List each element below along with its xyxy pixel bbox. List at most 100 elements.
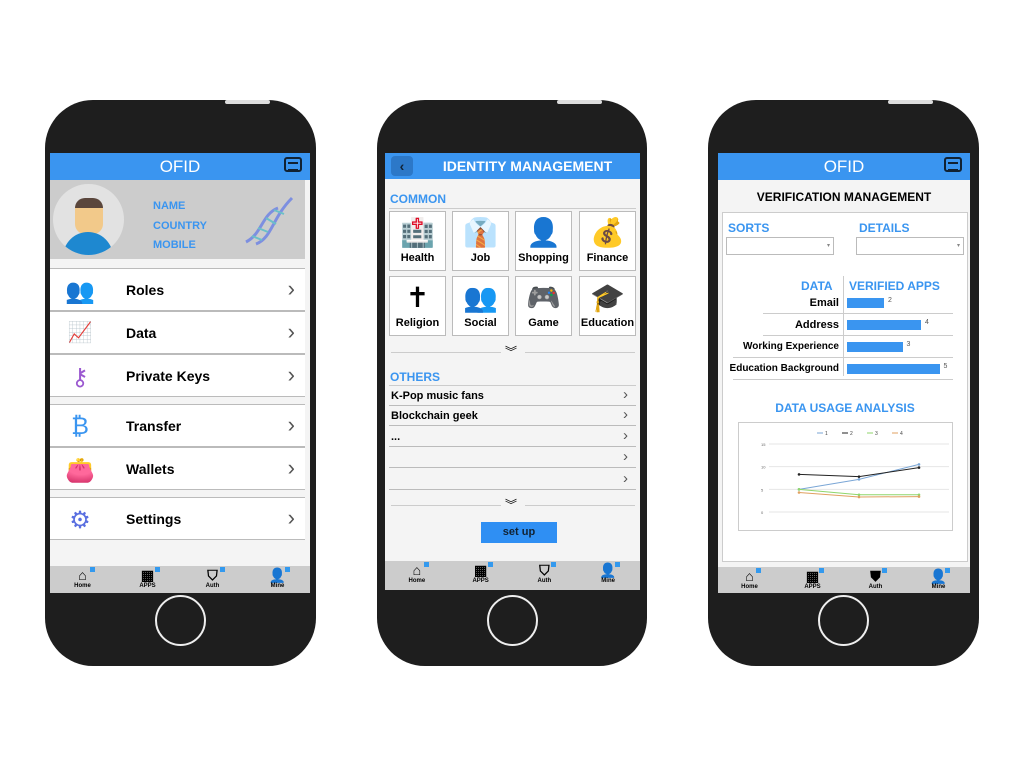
phone-frame-2: ‹ IDENTITY MANAGEMENT COMMON 🏥 Health 👔 Job… [377,100,647,666]
category-label: Job [470,252,491,264]
others-row[interactable]: › [389,448,636,468]
expand-chevron-icon[interactable]: ︾ [505,496,517,513]
verified-apps-bar [847,342,903,352]
nav-auth[interactable]: ⛉ Auth [513,561,577,590]
others-label-text: ... [391,431,401,443]
y-tick-label: 10 [761,465,766,470]
y-tick-label: 5 [761,487,764,492]
nav-apps[interactable]: ▦ APPS [781,567,844,593]
data-point [857,493,861,497]
others-row[interactable]: Blockchain geek › [389,406,636,426]
chevron-right-icon: › [623,470,628,487]
app-title: OFID [823,157,865,176]
category-label: Finance [586,252,629,264]
data-point [797,491,801,494]
legend-label: 2 [850,431,853,437]
chat-icon[interactable] [284,157,302,172]
page-title: IDENTITY MANAGEMENT [442,158,613,174]
shield-check-icon: ⛉ [207,567,218,583]
data-row-label: Email [809,297,839,309]
usage-line-chart: 0 5 10 15 1 2 3 4 [738,422,953,531]
category-label: Social [464,317,497,329]
others-label-text: Blockchain geek [391,410,478,422]
nav-mine[interactable]: 👤 Mine [576,561,640,590]
category-label: Education [580,317,635,329]
others-row[interactable]: ... › [389,427,636,447]
phone-frame-3: OFID VERIFICATION MANAGEMENT SORTS DETAI… [708,100,979,666]
chevron-right-icon: › [623,386,628,403]
bar-value-label: 3 [906,341,911,348]
key-icon: ⚷ [71,364,89,391]
home-icon: ⌂ [78,567,87,583]
sorts-dropdown[interactable]: ▾ [726,237,834,255]
others-row[interactable]: › [389,470,636,490]
data-row-label: Education Background [729,363,839,374]
bar-value-label: 4 [925,319,929,326]
chevron-right-icon: › [623,448,628,465]
nav-home[interactable]: ⌂ Home [50,566,115,593]
app-header: OFID [50,153,310,180]
setup-button[interactable]: set up [481,522,557,543]
details-label: DETAILS [859,221,910,235]
category-tile-religion[interactable]: ✝ Religion [389,276,446,336]
bitcoin-transfer-icon: ₿ [71,413,89,440]
chevron-right-icon: › [287,276,295,301]
nav-apps[interactable]: ▦ APPS [115,566,180,593]
menu-label: Settings [126,511,182,527]
data-point [797,488,801,491]
details-dropdown[interactable]: ▾ [856,237,964,255]
job-suit-icon: 👔 [463,217,498,248]
category-tile-shopping[interactable]: 👤 Shopping [515,211,572,271]
apps-grid-icon: ▦ [474,562,488,578]
chevron-right-icon: › [287,362,295,387]
data-point [917,463,921,466]
menu-item-data[interactable]: 📈 Data › [50,311,305,354]
profile-country: COUNTRY [153,219,207,232]
category-tile-job[interactable]: 👔 Job [452,211,509,271]
menu-item-settings[interactable]: ⚙ Settings › [50,497,305,540]
app-header: OFID [718,153,970,180]
home-button[interactable] [818,595,869,646]
category-tile-social[interactable]: 👥 Social [452,276,509,336]
category-tile-finance[interactable]: 💰 Finance [579,211,636,271]
social-group-icon: 👥 [463,282,498,313]
category-tile-education[interactable]: 🎓 Education [579,276,636,336]
bottom-nav: ⌂ Home ▦ APPS ⛉ Auth 👤 Mine [50,566,310,593]
menu-item-transfer[interactable]: ₿ Transfer › [50,404,305,447]
chevron-right-icon: › [623,427,628,444]
category-label: Health [400,252,435,264]
menu-item-roles[interactable]: 👥 Roles › [50,268,305,311]
nav-apps[interactable]: ▦ APPS [449,561,513,590]
data-point [857,475,861,478]
chat-icon[interactable] [944,157,962,172]
menu-item-wallets[interactable]: 👛 Wallets › [50,447,305,490]
home-button[interactable] [155,595,206,646]
data-point [917,495,921,498]
nav-home[interactable]: ⌂ Home [385,561,449,590]
nav-mine[interactable]: 👤 Mine [245,566,310,593]
chevron-right-icon: › [623,406,628,423]
nav-mine[interactable]: 👤 Mine [907,567,970,593]
home-screen: OFID NAME COUNTRY MOBILE 👥 Roles › 📈 Data › … [50,153,310,593]
chevron-right-icon: › [287,319,295,344]
gamepad-icon: 🎮 [526,282,561,313]
nav-auth[interactable]: ⛉ Auth [180,566,245,593]
others-row[interactable]: K-Pop music fans › [389,386,636,406]
category-tile-health[interactable]: 🏥 Health [389,211,446,271]
chevron-right-icon: › [287,412,295,437]
shield-check-filled-icon: ⛊ [870,568,881,584]
menu-item-private-keys[interactable]: ⚷ Private Keys › [50,354,305,397]
category-tile-game[interactable]: 🎮 Game [515,276,572,336]
y-tick-label: 15 [761,442,766,447]
graduate-icon: 🎓 [590,282,625,313]
expand-chevron-icon[interactable]: ︾ [505,343,517,360]
legend-label: 3 [875,431,878,437]
nav-auth[interactable]: ⛊ Auth [844,567,907,593]
back-button[interactable]: ‹ [391,156,413,176]
nav-home[interactable]: ⌂ Home [718,567,781,593]
data-point [857,478,861,481]
home-button[interactable] [487,595,538,646]
verified-apps-bar [847,298,884,308]
data-col-header: DATA [801,279,833,293]
verification-screen: OFID VERIFICATION MANAGEMENT SORTS DETAI… [718,153,970,593]
